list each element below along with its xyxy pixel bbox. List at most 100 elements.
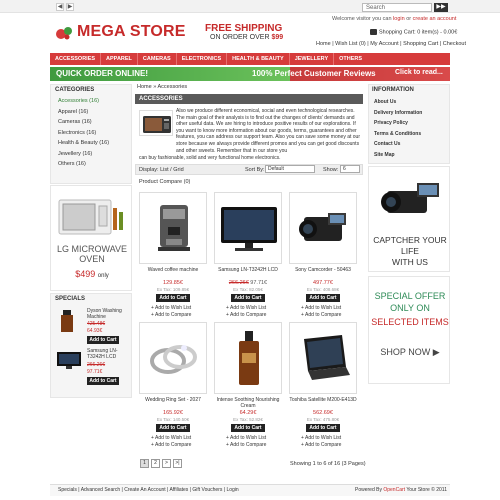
add-to-wishlist-link[interactable]: + Add to Wish List [226,435,266,441]
shop-now-button[interactable]: SHOP NOW ▶ [369,347,451,358]
banner-click-link[interactable]: Click to read... [395,69,443,76]
lcd-tv-thumb[interactable] [56,350,82,370]
nav-item-cameras[interactable]: CAMERAS [138,53,177,65]
category-link[interactable]: Accessories (16) [58,96,109,107]
category-thumbnail [139,110,173,136]
add-to-wishlist-link[interactable]: + Add to Wish List [151,305,191,311]
search-button[interactable]: ▶▶ [434,3,448,12]
selected-items-text: SELECTED ITEMS [371,317,449,327]
only-on-text: ONLY ON [390,303,430,313]
special-add-to-cart[interactable]: Add to Cart [87,377,119,385]
product-image[interactable] [214,192,282,264]
add-to-wishlist-link[interactable]: + Add to Wish List [226,305,266,311]
add-to-wishlist-link[interactable]: + Add to Wish List [151,435,191,441]
special-offer-promo[interactable]: SPECIAL OFFER ONLY ON SELECTED ITEMS SHO… [368,276,450,384]
info-link[interactable]: Site Map [374,150,422,161]
back-button[interactable]: ◀ [56,3,64,11]
header-links[interactable]: Home | Wish List (0) | My Account | Shop… [316,41,466,47]
washing-machine-thumb[interactable] [56,308,78,334]
promo-only: only [97,273,109,279]
footer-links[interactable]: Specials | Advanced Search | Create An A… [58,487,239,493]
product-name[interactable]: Samsung LN-T3242H LCD [212,267,284,273]
nav-item-health-beauty[interactable]: HEALTH & BEAUTY [227,53,290,65]
display-toggle[interactable]: Display: List / Grid [139,167,184,173]
category-link[interactable]: Electronics (16) [58,128,109,139]
nav-item-jewellery[interactable]: JEWELLERY [290,53,335,65]
add-to-compare-link[interactable]: + Add to Compare [151,442,191,448]
pagination-info: Showing 1 to 6 of 16 (3 Pages) [290,461,366,467]
special-price: 64.93€ [87,328,103,334]
info-link[interactable]: Terms & Conditions [374,129,422,140]
add-to-cart-button[interactable]: Add to Cart [306,424,340,432]
nav-item-electronics[interactable]: ELECTRONICS [177,53,228,65]
add-to-compare-link[interactable]: + Add to Compare [151,312,191,318]
info-link[interactable]: Delivery Information [374,108,422,119]
add-to-wishlist-link[interactable]: + Add to Wish List [301,435,341,441]
category-link[interactable]: Apparel (16) [58,107,109,118]
product-tax: Ex Tax: 408.68€ [306,287,340,292]
store-logo[interactable]: MEGA STORE [77,23,186,41]
product-image[interactable] [139,192,207,264]
add-to-wishlist-link[interactable]: + Add to Wish List [301,305,341,311]
product-image[interactable] [214,322,282,394]
special-add-to-cart[interactable]: Add to Cart [87,336,119,344]
page-link[interactable]: 1 [140,459,149,468]
product-name[interactable]: Sony Camcorder - 50463 [287,267,359,273]
camcorder-promo[interactable]: CAPTCHER YOUR LIFE WITH US [368,166,450,272]
logo-icon [56,27,72,40]
add-to-compare-link[interactable]: + Add to Compare [226,442,266,448]
microwave-promo[interactable]: LG MICROWAVE OVEN $499 only [50,185,132,291]
special-item-name[interactable]: Dyson Washing Machine [87,308,132,320]
free-shipping-subtitle: ON ORDER OVER $99 [210,34,283,41]
product-compare-link[interactable]: Product Compare (0) [139,179,190,185]
add-to-cart-button[interactable]: Add to Cart [306,294,340,302]
forward-button[interactable]: ▶ [66,3,74,11]
category-link[interactable]: Others (16) [58,159,109,170]
add-to-compare-link[interactable]: + Add to Compare [226,312,266,318]
product-image[interactable] [289,192,357,264]
add-to-compare-link[interactable]: + Add to Compare [301,312,341,318]
page-link[interactable]: 2 [151,459,160,468]
camcorder-promo-text: CAPTCHER YOUR LIFE WITH US [369,235,451,268]
info-link[interactable]: About Us [374,97,422,108]
opencart-link[interactable]: OpenCart [383,487,405,493]
breadcrumb[interactable]: Home » Accessories [137,84,187,90]
login-link[interactable]: login [393,16,405,22]
add-to-cart-button[interactable]: Add to Cart [156,294,190,302]
welcome-text: Welcome visitor you can login or create … [332,16,456,22]
shopping-cart-summary[interactable]: Shopping Cart: 0 item(s) - 0.00€ [370,29,457,35]
product-image[interactable] [139,322,207,394]
product-name[interactable]: Intense Soothing Nourishing Cream [212,397,284,409]
product-price: 266.26€ 97.71€ [212,280,284,286]
price-now: 64.29€ [239,410,257,416]
add-to-cart-button[interactable]: Add to Cart [156,424,190,432]
special-old-price: 266.26€ [87,362,106,368]
product-card: Sony Camcorder - 50463 497.77€ Ex Tax: 4… [287,192,359,327]
category-link[interactable]: Health & Beauty (16) [58,138,109,149]
product-name[interactable]: Wedding Ring Set - 2027 [137,397,209,403]
nav-item-accessories[interactable]: ACCESSORIES [50,53,102,65]
category-link[interactable]: Cameras (16) [58,117,109,128]
nav-item-others[interactable]: OTHERS [334,53,367,65]
promo-line-2: LIFE [401,246,419,256]
product-image[interactable] [289,322,357,394]
info-link[interactable]: Contact Us [374,139,422,150]
sort-select[interactable]: Default [265,165,315,173]
nav-item-apparel[interactable]: APPAREL [101,53,138,65]
info-link[interactable]: Privacy Policy [374,118,422,129]
add-to-cart-button[interactable]: Add to Cart [231,424,265,432]
special-item-name[interactable]: Samsung LN-T3242H LCD [87,348,132,360]
last-page-button[interactable]: >| [173,459,182,468]
camcorder-icon [299,213,346,241]
add-to-compare-link[interactable]: + Add to Compare [301,442,341,448]
show-select[interactable]: 6 [340,165,360,173]
create-account-link[interactable]: create an account [413,16,457,22]
camcorder-icon [381,183,439,213]
ring-icon [150,345,197,374]
add-to-cart-button[interactable]: Add to Cart [231,294,265,302]
next-page-button[interactable]: > [162,459,171,468]
search-input[interactable]: Search [362,3,432,12]
product-name[interactable]: Waved coffee machine [137,267,209,273]
category-link[interactable]: Jewellery (16) [58,149,109,160]
product-name[interactable]: Toshiba Satellite M200-E413D [287,397,359,403]
